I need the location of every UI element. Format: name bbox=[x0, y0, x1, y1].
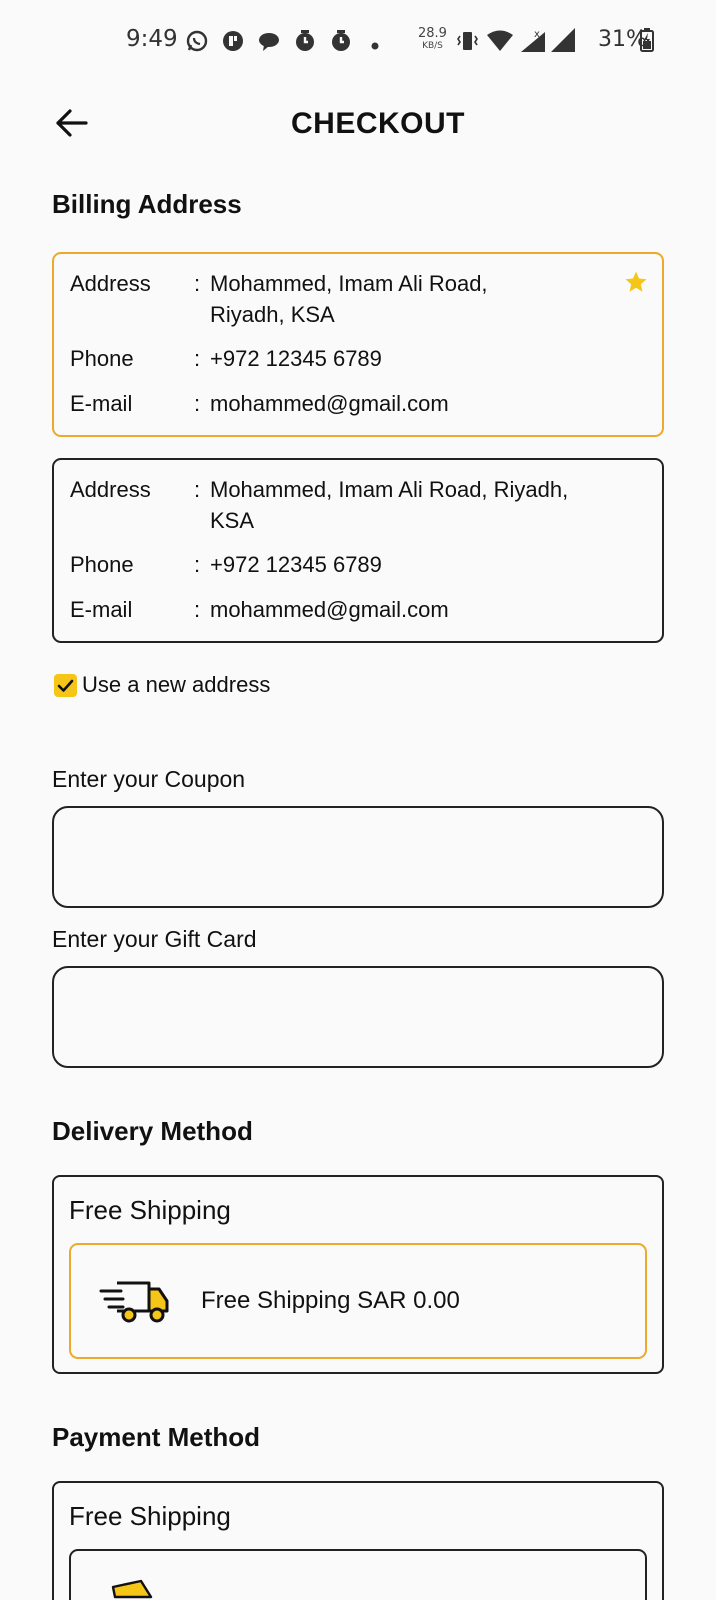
separator: : bbox=[194, 477, 201, 502]
network-speed: 28.9 KB/S bbox=[418, 27, 447, 53]
new-address-checkbox[interactable] bbox=[54, 674, 77, 697]
separator: : bbox=[194, 597, 201, 622]
phone-value: +972 12345 6789 bbox=[210, 346, 382, 371]
payment-method-card: Free Shipping bbox=[52, 1481, 664, 1600]
address-line-2: KSA bbox=[210, 508, 255, 533]
timer-icon bbox=[294, 30, 316, 57]
network-speed-value: 28.9 bbox=[418, 26, 447, 41]
address-line-1: Mohammed, Imam Ali Road, bbox=[210, 271, 488, 296]
delivery-truck-icon bbox=[99, 1275, 171, 1330]
signal-x-icon: x bbox=[520, 27, 546, 58]
payment-method-title: Payment Method bbox=[52, 1422, 261, 1452]
app-notification-icon bbox=[222, 30, 244, 57]
chat-icon bbox=[258, 30, 280, 57]
address-value: Mohammed, Imam Ali Road, Riyadh, KSA bbox=[210, 268, 626, 330]
coupon-label: Enter your Coupon bbox=[52, 766, 246, 792]
wifi-icon bbox=[486, 30, 514, 57]
email-value: mohammed@gmail.com bbox=[210, 391, 449, 416]
separator: : bbox=[194, 271, 201, 296]
timer-icon bbox=[330, 30, 352, 57]
address-row: Address : Mohammed, Imam Ali Road, Riyad… bbox=[70, 474, 646, 538]
gift-card-label: Enter your Gift Card bbox=[52, 926, 257, 952]
billing-address-title: Billing Address bbox=[52, 189, 242, 219]
address-label: Address bbox=[70, 271, 151, 296]
phone-label: Phone bbox=[70, 346, 134, 371]
whatsapp-icon bbox=[186, 30, 208, 57]
payment-group-title: Free Shipping bbox=[69, 1501, 231, 1531]
page-title: CHECKOUT bbox=[291, 107, 465, 140]
separator: : bbox=[194, 391, 201, 416]
address-card[interactable]: Address : Mohammed, Imam Ali Road, Riyad… bbox=[52, 458, 664, 643]
delivery-group-title: Free Shipping bbox=[69, 1195, 231, 1225]
phone-label: Phone bbox=[70, 552, 134, 577]
separator: : bbox=[194, 346, 201, 371]
checkmark-icon bbox=[57, 679, 74, 692]
address-row: Address : Mohammed, Imam Ali Road, Riyad… bbox=[70, 268, 646, 332]
payment-option[interactable] bbox=[69, 1549, 647, 1600]
email-value: mohammed@gmail.com bbox=[210, 597, 449, 622]
delivery-method-title: Delivery Method bbox=[52, 1116, 253, 1146]
delivery-method-card: Free Shipping Free Shipping SAR 0.00 bbox=[52, 1175, 664, 1374]
address-line-1: Mohammed, Imam Ali Road, Riyadh, bbox=[210, 477, 569, 502]
battery-charging-icon bbox=[640, 28, 654, 57]
payment-option-icon bbox=[111, 1579, 155, 1600]
address-card-default[interactable]: Address : Mohammed, Imam Ali Road, Riyad… bbox=[52, 252, 664, 437]
vibrate-icon bbox=[456, 30, 478, 57]
svg-text:x: x bbox=[534, 29, 540, 40]
status-time: 9:49 bbox=[126, 26, 178, 52]
delivery-option-label: Free Shipping SAR 0.00 bbox=[201, 1287, 460, 1314]
more-notifications-dot-icon bbox=[371, 37, 379, 55]
cellular-signal-icon bbox=[550, 27, 576, 58]
email-label: E-mail bbox=[70, 597, 133, 622]
address-value: Mohammed, Imam Ali Road, Riyadh, KSA bbox=[210, 474, 626, 536]
default-star-icon bbox=[624, 270, 648, 299]
address-label: Address bbox=[70, 477, 151, 502]
delivery-option-free-shipping[interactable]: Free Shipping SAR 0.00 bbox=[69, 1243, 647, 1359]
email-label: E-mail bbox=[70, 391, 133, 416]
phone-value: +972 12345 6789 bbox=[210, 552, 382, 577]
app-header: CHECKOUT bbox=[0, 95, 716, 155]
address-line-2: Riyadh, KSA bbox=[210, 302, 335, 327]
network-speed-unit: KB/S bbox=[422, 41, 443, 51]
new-address-label: Use a new address bbox=[82, 672, 271, 697]
gift-card-input[interactable] bbox=[52, 966, 664, 1068]
separator: : bbox=[194, 552, 201, 577]
coupon-input[interactable] bbox=[52, 806, 664, 908]
status-bar: 9:49 28.9 KB/S x 31% bbox=[0, 0, 716, 80]
